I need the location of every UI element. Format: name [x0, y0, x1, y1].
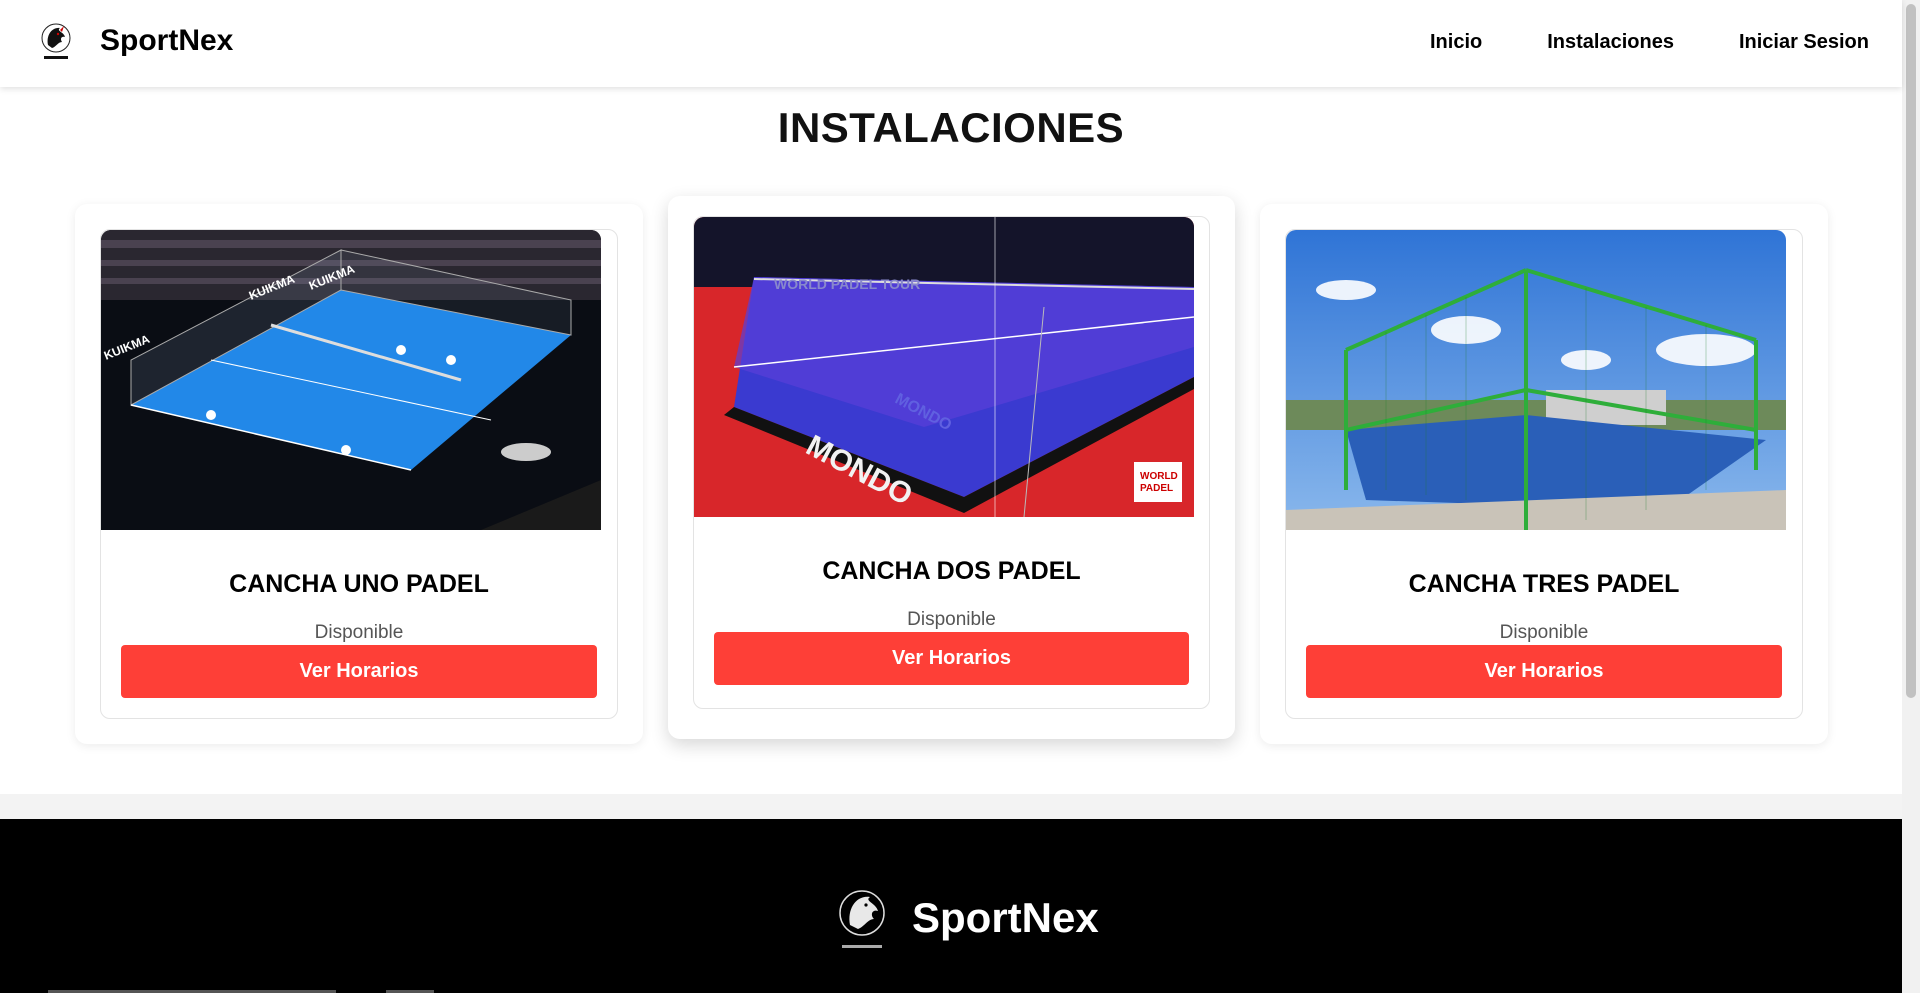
card-inner: CANCHA TRES PADEL Disponible Ver Horario… — [1285, 229, 1803, 719]
card-title: CANCHA TRES PADEL — [1408, 570, 1680, 598]
nav-link-iniciar-sesion[interactable]: Iniciar Sesion — [1739, 31, 1869, 54]
footer-spacer — [0, 794, 1902, 819]
card-title: CANCHA UNO PADEL — [229, 570, 489, 598]
ver-horarios-button[interactable]: Ver Horarios — [121, 645, 597, 698]
card-inner: MONDO MONDO WORLD PADEL TOUR WORLD PADEL… — [693, 216, 1210, 709]
status-text: Disponible — [314, 622, 404, 643]
nav-link-inicio[interactable]: Inicio — [1430, 31, 1482, 54]
main-nav: Inicio Instalaciones Iniciar Sesion — [1365, 31, 1869, 54]
court-photo-3 — [1286, 230, 1786, 530]
status-text: Disponible — [907, 609, 996, 630]
brand-name[interactable]: SportNex — [100, 24, 233, 58]
status-text: Disponible — [1499, 622, 1589, 643]
court-card-1: KUIKMA KUIKMA KUIKMA CANCHA UNO PADEL Di… — [75, 204, 643, 744]
top-navbar: SportNex Inicio Instalaciones Iniciar Se… — [0, 0, 1902, 87]
footer-brand: SportNex — [912, 894, 1099, 941]
court-photo-1: KUIKMA KUIKMA KUIKMA — [101, 230, 601, 530]
dragon-logo-icon[interactable] — [38, 21, 74, 63]
card-inner: KUIKMA KUIKMA KUIKMA CANCHA UNO PADEL Di… — [100, 229, 618, 719]
ver-horarios-button[interactable]: Ver Horarios — [714, 632, 1189, 685]
svg-text:WORLD PADEL TOUR: WORLD PADEL TOUR — [774, 276, 920, 292]
court-photo-2: MONDO MONDO WORLD PADEL TOUR WORLD PADEL — [694, 217, 1194, 517]
svg-text:WORLD: WORLD — [1140, 471, 1178, 482]
nav-link-instalaciones[interactable]: Instalaciones — [1547, 31, 1674, 54]
court-card-2: MONDO MONDO WORLD PADEL TOUR WORLD PADEL… — [668, 196, 1235, 739]
ver-horarios-button[interactable]: Ver Horarios — [1306, 645, 1782, 698]
court-card-3: CANCHA TRES PADEL Disponible Ver Horario… — [1260, 204, 1828, 744]
svg-text:PADEL: PADEL — [1140, 483, 1173, 494]
card-title: CANCHA DOS PADEL — [822, 557, 1081, 585]
dragon-logo-icon — [839, 890, 885, 948]
page-scrollbar[interactable] — [1902, 0, 1920, 993]
page-title: INSTALACIONES — [777, 104, 1125, 151]
scrollbar-thumb[interactable] — [1906, 4, 1916, 698]
